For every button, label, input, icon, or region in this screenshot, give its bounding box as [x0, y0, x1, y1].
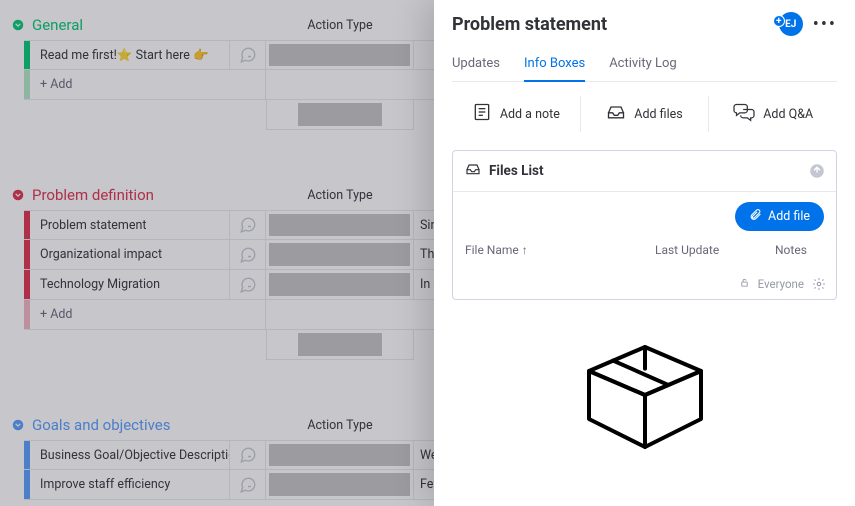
panel-menu-button[interactable]: •••: [813, 14, 837, 35]
row-name[interactable]: Improve staff efficiency: [30, 470, 230, 499]
board-row[interactable]: Read me first!⭐ Start here 👉: [24, 40, 434, 70]
files-card-title: Files List: [489, 163, 544, 179]
chat-icon[interactable]: [230, 470, 266, 499]
group-summary-row: [24, 330, 434, 360]
avatar[interactable]: + EJ: [779, 12, 803, 36]
chat-icon[interactable]: [230, 240, 266, 269]
group: Goals and objectives Action Type Business …: [0, 410, 434, 500]
group-title[interactable]: Goals and objectives: [32, 416, 170, 434]
files-columns-header: File Name ↑ Last Update Notes: [465, 239, 824, 263]
cell-action-type[interactable]: [266, 270, 414, 299]
chat-icon[interactable]: [230, 211, 266, 239]
group: General Action Type Read me first!⭐ Start …: [0, 10, 434, 130]
cell-action-type[interactable]: [266, 240, 414, 269]
group-title[interactable]: General: [32, 16, 83, 34]
sort-asc-icon: ↑: [522, 243, 528, 257]
board-row[interactable]: Business Goal/Objective Description T…We: [24, 440, 434, 470]
inbox-icon: [465, 161, 481, 181]
panel-tabs: Updates Info Boxes Activity Log: [452, 50, 837, 82]
group: Problem definition Action Type Problem sta…: [0, 180, 434, 360]
group-summary-row: [24, 100, 434, 130]
row-name[interactable]: Technology Migration: [30, 270, 230, 299]
board-row[interactable]: Technology MigrationIn o: [24, 270, 434, 300]
item-panel: Problem statement + EJ ••• Updates Info B…: [434, 0, 855, 506]
collapse-icon[interactable]: [808, 162, 826, 180]
col-file-name[interactable]: File Name ↑: [465, 243, 655, 257]
add-qa-button[interactable]: Add Q&A: [709, 96, 837, 132]
column-header-action-type[interactable]: Action Type: [307, 418, 372, 433]
group-collapse-icon[interactable]: [10, 417, 26, 433]
panel-title: Problem statement: [452, 14, 607, 35]
row-name[interactable]: Business Goal/Objective Description T…: [30, 441, 230, 469]
board-area: General Action Type Read me first!⭐ Start …: [0, 0, 434, 506]
note-icon: [472, 102, 492, 126]
board-row[interactable]: Problem statementSin: [24, 210, 434, 240]
add-file-button[interactable]: Add file: [735, 202, 824, 231]
group-collapse-icon[interactable]: [10, 187, 26, 203]
lock-icon: [739, 277, 750, 291]
gear-icon[interactable]: [812, 277, 826, 291]
add-note-label: Add a note: [500, 107, 560, 122]
row-name[interactable]: Problem statement: [30, 211, 230, 239]
cell-action-type[interactable]: [266, 41, 414, 69]
add-files-button[interactable]: Add files: [581, 96, 709, 132]
add-file-label: Add file: [768, 209, 810, 224]
files-list-card: Files List Add file Fil: [452, 150, 837, 300]
group-collapse-icon[interactable]: [10, 17, 26, 33]
board-row[interactable]: Improve staff efficiencyFew: [24, 470, 434, 500]
add-row[interactable]: + Add: [24, 300, 434, 330]
inbox-icon: [606, 102, 626, 126]
chat-icon[interactable]: [230, 41, 266, 69]
chat-icon[interactable]: [230, 441, 266, 469]
summary-cell-action-type: [266, 100, 414, 130]
add-note-button[interactable]: Add a note: [452, 96, 580, 132]
add-row-label[interactable]: + Add: [30, 300, 266, 329]
cell-action-type[interactable]: [266, 470, 414, 499]
row-name[interactable]: Organizational impact: [30, 240, 230, 269]
add-files-label: Add files: [634, 107, 682, 122]
summary-cell-action-type: [266, 330, 414, 360]
col-last-update[interactable]: Last Update: [655, 243, 775, 257]
paperclip-icon: [749, 208, 762, 225]
visibility-label[interactable]: Everyone: [758, 277, 804, 291]
add-qa-label: Add Q&A: [763, 107, 813, 122]
add-member-icon[interactable]: +: [773, 15, 785, 27]
col-notes[interactable]: Notes: [775, 243, 824, 257]
chat-icon[interactable]: [230, 270, 266, 299]
tab-activity-log[interactable]: Activity Log: [609, 50, 677, 81]
column-header-action-type[interactable]: Action Type: [307, 18, 372, 33]
tab-updates[interactable]: Updates: [452, 50, 500, 81]
empty-state-box-icon: [452, 326, 837, 456]
infobox-action-bar: Add a note Add files Add Q&A: [452, 96, 837, 132]
column-header-action-type[interactable]: Action Type: [307, 188, 372, 203]
avatar-initials: EJ: [785, 19, 796, 30]
add-row[interactable]: + Add: [24, 70, 434, 100]
add-row-label[interactable]: + Add: [30, 70, 266, 99]
qa-icon: [733, 102, 755, 126]
cell-action-type[interactable]: [266, 441, 414, 469]
board-row[interactable]: Organizational impactThe: [24, 240, 434, 270]
tab-info-boxes[interactable]: Info Boxes: [524, 50, 585, 81]
group-title[interactable]: Problem definition: [32, 186, 154, 204]
cell-action-type[interactable]: [266, 211, 414, 239]
row-name[interactable]: Read me first!⭐ Start here 👉: [30, 41, 230, 69]
